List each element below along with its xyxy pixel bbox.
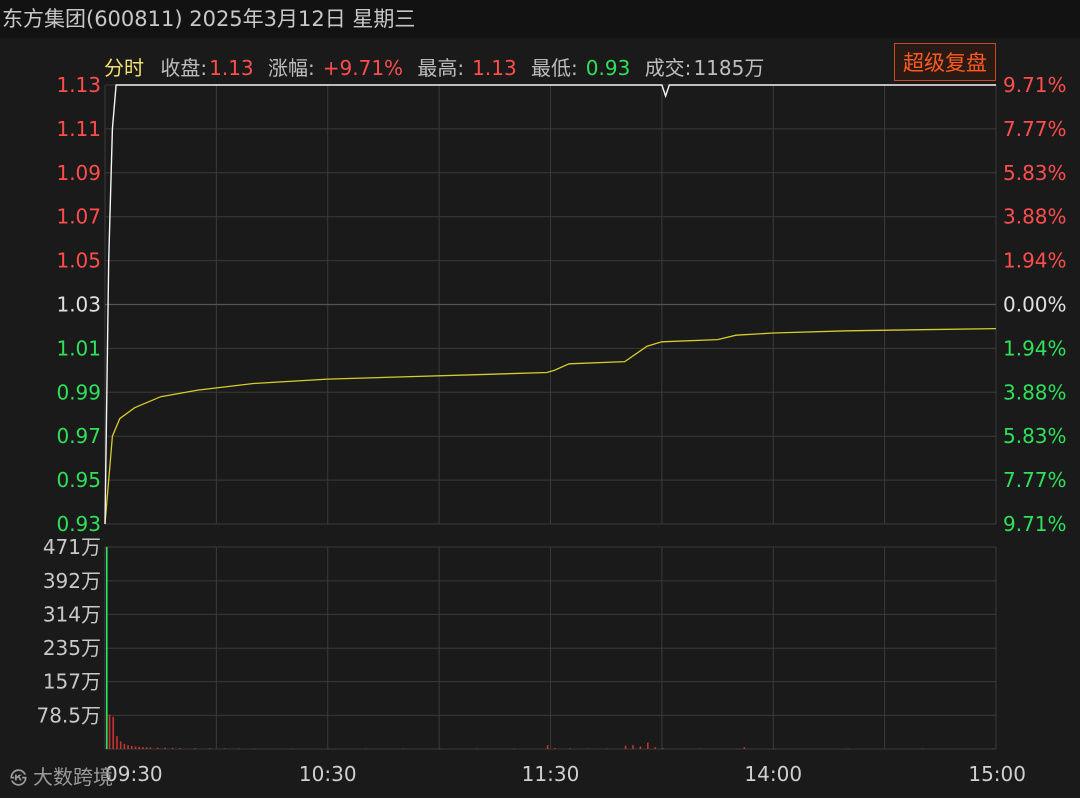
- pct-tick-label: 5.83%: [1003, 161, 1067, 185]
- volume-bar: [476, 748, 478, 750]
- pct-tick-label: 9.71%: [1003, 73, 1067, 97]
- volume-bar: [513, 748, 515, 750]
- volume-bar: [138, 746, 141, 749]
- pct-tick-label: 1.94%: [1003, 336, 1067, 360]
- price-tick-label: 0.95: [56, 468, 101, 492]
- price-tick-label: 1.13: [56, 73, 101, 97]
- volume-bar: [179, 748, 181, 749]
- x-tick-label: 09:30: [105, 762, 163, 786]
- watermark: ㉿大数跨境: [10, 761, 113, 790]
- volume-bar: [632, 745, 634, 749]
- volume-bar: [119, 741, 122, 749]
- volume-bar: [736, 748, 738, 750]
- volume-bar: [123, 743, 126, 749]
- price-tick-label: 1.07: [56, 205, 101, 229]
- volume-bar: [992, 748, 994, 750]
- volume-bar: [164, 747, 166, 749]
- pct-tick-label: 1.94%: [1003, 249, 1067, 273]
- watermark-logo-icon: ㉿: [10, 769, 27, 789]
- volume-bar: [661, 748, 664, 749]
- volume-bar: [743, 747, 746, 749]
- volume-bar: [127, 745, 129, 749]
- volume-tick-label: 235万: [43, 636, 101, 660]
- volume-bar: [624, 745, 627, 749]
- volume-bar: [112, 716, 115, 749]
- price-tick-label: 0.99: [56, 380, 101, 404]
- volume-bar: [134, 746, 137, 749]
- volume-bar: [647, 742, 649, 749]
- volume-tick-label: 471万: [43, 535, 101, 559]
- volume-bar: [290, 748, 293, 750]
- volume-bar: [639, 746, 642, 749]
- volume-bar: [546, 745, 549, 749]
- volume-bar: [106, 547, 108, 749]
- volume-bar: [439, 748, 441, 750]
- volume-bar: [402, 748, 404, 750]
- volume-bar: [569, 748, 571, 749]
- volume-bar: [606, 748, 608, 749]
- volume-bar: [130, 745, 133, 749]
- watermark-text: 大数跨境: [33, 765, 113, 789]
- volume-bar: [149, 747, 152, 749]
- x-tick-label: 11:30: [522, 762, 580, 786]
- volume-bar: [253, 748, 256, 749]
- volume-bar: [116, 736, 118, 749]
- x-tick-label: 14:00: [744, 762, 802, 786]
- price-tick-label: 0.93: [56, 512, 101, 536]
- volume-bar: [921, 748, 924, 750]
- pct-tick-label: 0.00%: [1003, 293, 1067, 317]
- volume-bar: [327, 748, 330, 750]
- pct-tick-label: 9.71%: [1003, 512, 1067, 536]
- volume-tick-label: 78.5万: [36, 703, 101, 727]
- pct-tick-label: 5.83%: [1003, 424, 1067, 448]
- pct-tick-label: 7.77%: [1003, 117, 1067, 141]
- pct-tick-label: 3.88%: [1003, 380, 1067, 404]
- volume-bar: [145, 747, 148, 749]
- volume-bar: [773, 748, 775, 750]
- volume-bar: [847, 748, 850, 750]
- price-tick-label: 1.09: [56, 161, 101, 185]
- volume-bar: [554, 748, 556, 749]
- volume-bar: [208, 748, 211, 749]
- volume-tick-label: 392万: [43, 569, 101, 593]
- x-tick-label: 10:30: [299, 762, 357, 786]
- pct-tick-label: 7.77%: [1003, 468, 1067, 492]
- volume-bar: [654, 747, 657, 749]
- x-tick-label: 15:00: [968, 762, 1026, 786]
- price-tick-label: 1.01: [56, 336, 101, 360]
- intraday-chart: 1.13 9.71% 1.11 7.77% 1.09 5.83% 1.07 3.88% 1.05…: [36, 73, 1067, 786]
- price-tick-label: 1.05: [56, 249, 101, 273]
- volume-bar: [156, 747, 159, 749]
- volume-tick-label: 157万: [43, 670, 101, 694]
- volume-bar: [108, 714, 111, 749]
- price-tick-label: 0.97: [56, 424, 101, 448]
- volume-bar: [142, 747, 144, 749]
- volume-bar: [194, 748, 196, 749]
- pct-tick-label: 3.88%: [1003, 205, 1067, 229]
- volume-bar: [699, 748, 701, 749]
- volume-bar: [171, 747, 174, 749]
- volume-tick-label: 314万: [43, 602, 101, 626]
- volume-bar: [364, 748, 367, 750]
- price-tick-label: 1.03: [56, 293, 101, 317]
- volume-bar: [238, 748, 241, 749]
- price-tick-label: 1.11: [56, 117, 101, 141]
- volume-bar: [223, 748, 226, 749]
- volume-bar: [587, 748, 590, 749]
